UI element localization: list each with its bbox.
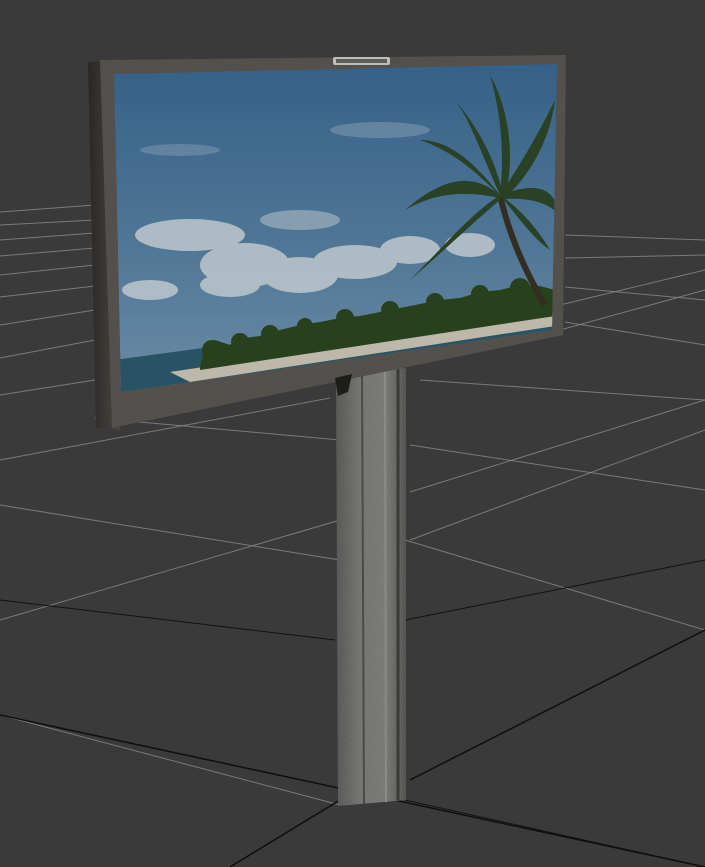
grid-line: [564, 254, 705, 259]
grid-line: [0, 247, 96, 257]
grid-axis-line: [0, 599, 336, 641]
grid-axis-line: [404, 799, 705, 867]
sign-plate-inner: [336, 59, 387, 63]
grid-line: [419, 379, 705, 401]
billboard-panel-image: [114, 64, 557, 392]
post-edge-line: [384, 369, 387, 803]
billboard[interactable]: [88, 55, 566, 430]
grid-line: [0, 519, 341, 621]
post-front-texture: [336, 368, 406, 806]
grid-line: [0, 219, 96, 226]
grid-line: [404, 539, 705, 631]
grid-axis-line: [404, 559, 705, 621]
grid-line: [564, 321, 705, 346]
grid-line: [409, 444, 705, 491]
grid-line: [564, 234, 705, 241]
grid-line: [0, 714, 341, 806]
grid-axis-line: [229, 799, 341, 867]
grid-line: [564, 286, 705, 301]
grid-line: [0, 504, 341, 561]
grid-line: [0, 232, 96, 241]
grid-line: [0, 285, 96, 298]
grid-line: [0, 204, 96, 213]
grid-axis-line: [409, 629, 705, 781]
grid-line: [0, 339, 96, 359]
grid-line: [0, 264, 96, 276]
billboard-post[interactable]: [336, 368, 406, 806]
grid-line: [559, 289, 705, 331]
grid-line: [0, 309, 96, 326]
scene-canvas[interactable]: [0, 0, 705, 867]
grid-line: [0, 379, 96, 396]
3d-viewport[interactable]: [0, 0, 705, 867]
grid-line: [559, 269, 705, 306]
